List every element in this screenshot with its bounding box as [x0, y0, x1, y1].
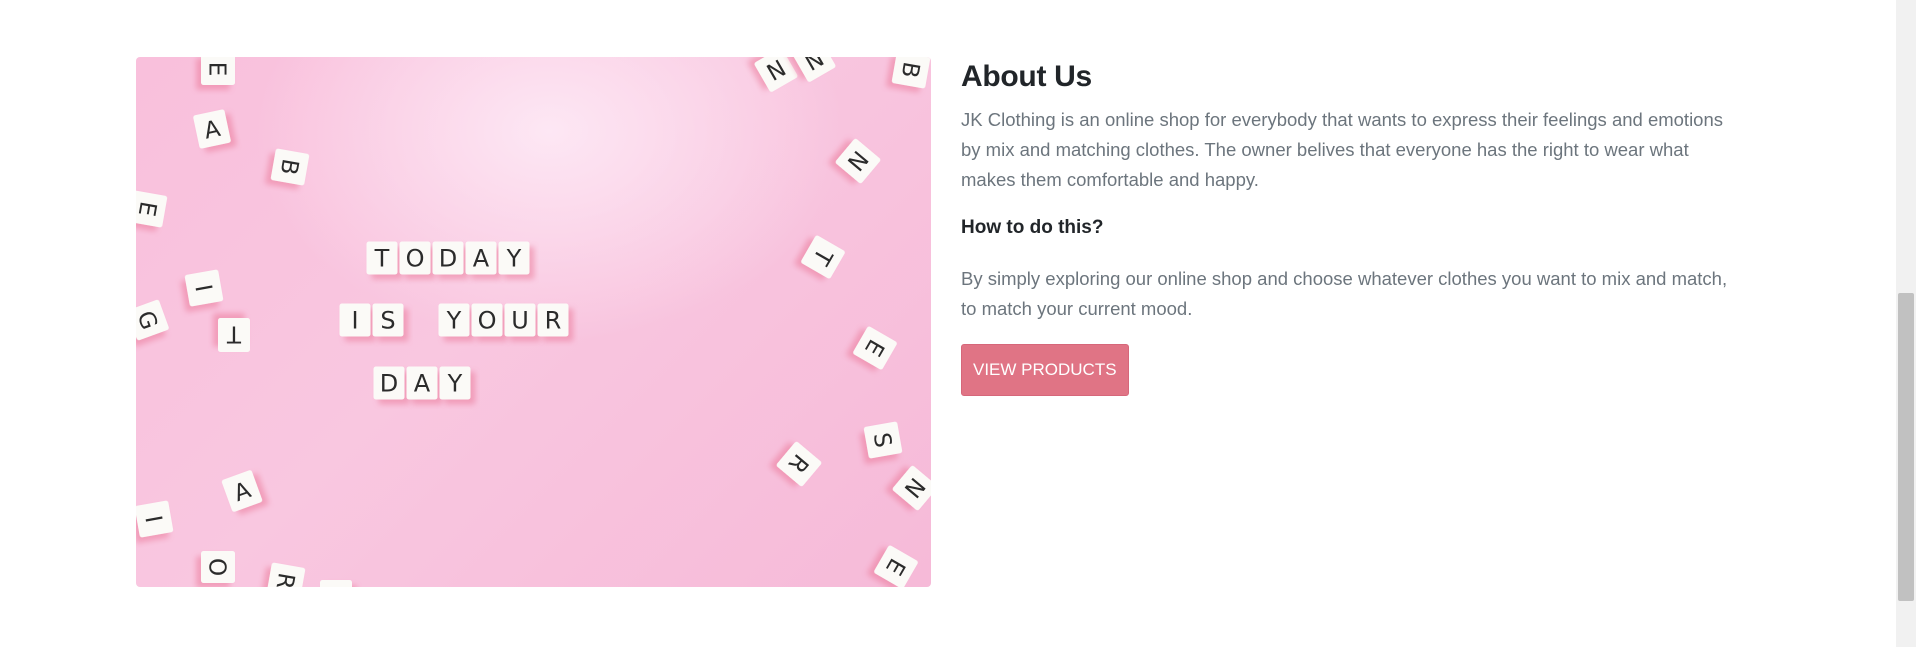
- letter-tile: A: [221, 470, 263, 512]
- letter-tile: O: [471, 303, 503, 337]
- letter-tile: R: [266, 562, 306, 587]
- svg-text:S: S: [380, 307, 395, 335]
- letter-tile: B: [270, 148, 310, 186]
- letter-tile: Y: [439, 366, 471, 400]
- svg-text:R: R: [545, 307, 562, 335]
- letter-tile: S: [372, 303, 404, 337]
- svg-text:Y: Y: [446, 307, 462, 335]
- about-image: TODAYISYOURDAYEABEIGTAIORNBNTESRNENE: [136, 57, 931, 587]
- svg-text:T: T: [226, 321, 242, 347]
- letter-tile: Y: [438, 303, 470, 337]
- letter-tile: G: [136, 299, 169, 341]
- letter-tile: E: [320, 580, 352, 587]
- svg-text:A: A: [473, 245, 490, 273]
- letter-tile: U: [504, 303, 536, 337]
- letter-tile: N: [792, 57, 836, 82]
- letter-tile: A: [193, 109, 231, 149]
- letter-tile: N: [892, 465, 931, 511]
- about-title: About Us: [961, 60, 1092, 93]
- letter-tile: T: [801, 235, 845, 279]
- letter-tile: O: [201, 551, 235, 583]
- svg-text:Y: Y: [506, 245, 522, 273]
- svg-text:O: O: [204, 558, 230, 576]
- svg-text:O: O: [406, 245, 425, 273]
- letter-tile: E: [136, 190, 168, 228]
- letter-tile: N: [754, 57, 798, 92]
- letter-tile: D: [432, 241, 464, 275]
- how-to-heading: How to do this?: [961, 217, 1104, 238]
- svg-text:D: D: [439, 245, 457, 273]
- letter-tile: E: [853, 326, 897, 370]
- letter-tiles-illustration: TODAYISYOURDAYEABEIGTAIORNBNTESRNENE: [136, 57, 931, 587]
- letter-tile: R: [537, 303, 569, 337]
- letter-tile: S: [863, 421, 903, 459]
- letter-tile: A: [406, 366, 438, 400]
- letter-tile: D: [373, 366, 405, 400]
- letter-tile: T: [366, 241, 398, 275]
- about-description: JK Clothing is an online shop for everyb…: [961, 109, 1724, 190]
- letter-tile: I: [136, 500, 174, 538]
- scrollbar-track[interactable]: [1896, 0, 1916, 647]
- letter-tile: I: [184, 269, 224, 307]
- how-to-description: By simply exploring our online shop and …: [961, 268, 1728, 319]
- letter-tile: O: [399, 241, 431, 275]
- letter-tile: R: [776, 441, 822, 487]
- scrollbar-thumb[interactable]: [1898, 293, 1914, 601]
- svg-text:D: D: [380, 370, 398, 398]
- svg-text:I: I: [351, 307, 358, 335]
- svg-text:E: E: [329, 585, 344, 587]
- svg-text:O: O: [478, 307, 497, 335]
- svg-text:A: A: [414, 370, 431, 398]
- letter-tile: E: [201, 57, 235, 85]
- about-section: About Us JK Clothing is an online shop f…: [961, 57, 1731, 396]
- letter-tile: B: [891, 57, 931, 89]
- letter-tile: T: [218, 318, 250, 352]
- svg-text:Y: Y: [447, 370, 463, 398]
- page: TODAYISYOURDAYEABEIGTAIORNBNTESRNENE Abo…: [0, 0, 1916, 647]
- letter-tile: N: [835, 138, 881, 184]
- letter-tile: I: [339, 303, 371, 337]
- letter-tile: A: [465, 241, 497, 275]
- svg-text:T: T: [374, 245, 390, 273]
- svg-text:E: E: [204, 62, 230, 77]
- scrabble-tiles: TODAYISYOURDAYEABEIGTAIORNBNTESRNENE: [136, 57, 931, 587]
- svg-text:U: U: [511, 307, 529, 335]
- letter-tile: Y: [498, 241, 530, 275]
- view-products-button[interactable]: VIEW PRODUCTS: [961, 344, 1129, 396]
- letter-tile: E: [874, 545, 918, 587]
